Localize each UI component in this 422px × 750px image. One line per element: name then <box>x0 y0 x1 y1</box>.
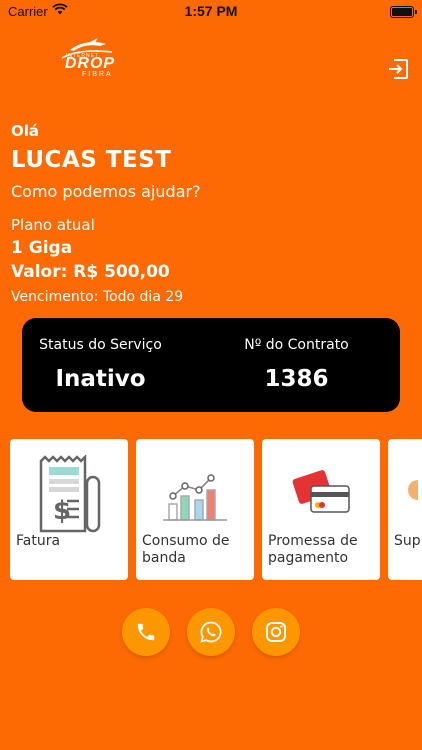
tile-invoice[interactable]: $ Fatura <box>10 439 128 580</box>
invoice-icon: $ <box>39 455 101 533</box>
tile-bandwidth-label: Consumo de banda <box>142 533 230 566</box>
service-status-value: Inativo <box>55 366 146 392</box>
cards-icon <box>292 470 350 513</box>
whatsapp-icon <box>200 621 222 643</box>
brand-name: DROP <box>64 55 116 72</box>
tile-bandwidth[interactable]: Consumo de banda <box>136 439 254 580</box>
tile-payment-promise[interactable]: Promessa de pagamento <box>262 439 380 580</box>
tile-support-label: Sup <box>394 533 421 549</box>
contract-number-value: 1386 <box>264 366 329 392</box>
phone-icon <box>137 623 155 641</box>
tile-payment-promise-label: Promessa de pagamento <box>268 533 358 566</box>
phone-button[interactable] <box>122 608 170 656</box>
status-bar: Carrier 1:57 PM <box>0 0 422 24</box>
due-date: Vencimento: Todo dia 29 <box>11 289 184 305</box>
contract-number-label: Nº do Contrato <box>244 337 349 353</box>
tile-support[interactable]: Sup <box>388 439 422 580</box>
help-text: Como podemos ajudar? <box>11 182 201 201</box>
brand-sub: FIBRA <box>82 71 113 78</box>
logout-icon[interactable] <box>387 58 409 80</box>
whatsapp-button[interactable] <box>187 608 235 656</box>
instagram-icon <box>266 622 286 642</box>
tile-invoice-label: Fatura <box>16 533 61 549</box>
menu-tiles: $ Fatura Consumo de banda Promessa de pa… <box>10 439 422 580</box>
service-status-label: Status do Serviço <box>39 337 162 353</box>
greeting: Olá <box>11 122 40 140</box>
plan-label: Plano atual <box>11 216 95 234</box>
service-status-card: Status do Serviço Inativo Nº do Contrato… <box>22 318 400 412</box>
battery-icon <box>390 6 417 18</box>
plan-name: 1 Giga <box>11 238 73 258</box>
contract-number: Nº do Contrato 1386 <box>202 318 391 392</box>
plan-price: Valor: R$ 500,00 <box>11 262 170 282</box>
support-icon <box>408 480 418 500</box>
service-status: Status do Serviço Inativo <box>6 318 195 392</box>
clock: 1:57 PM <box>184 3 238 19</box>
chart-icon <box>163 474 227 521</box>
instagram-button[interactable] <box>252 608 300 656</box>
user-name: LUCAS TEST <box>11 147 172 173</box>
